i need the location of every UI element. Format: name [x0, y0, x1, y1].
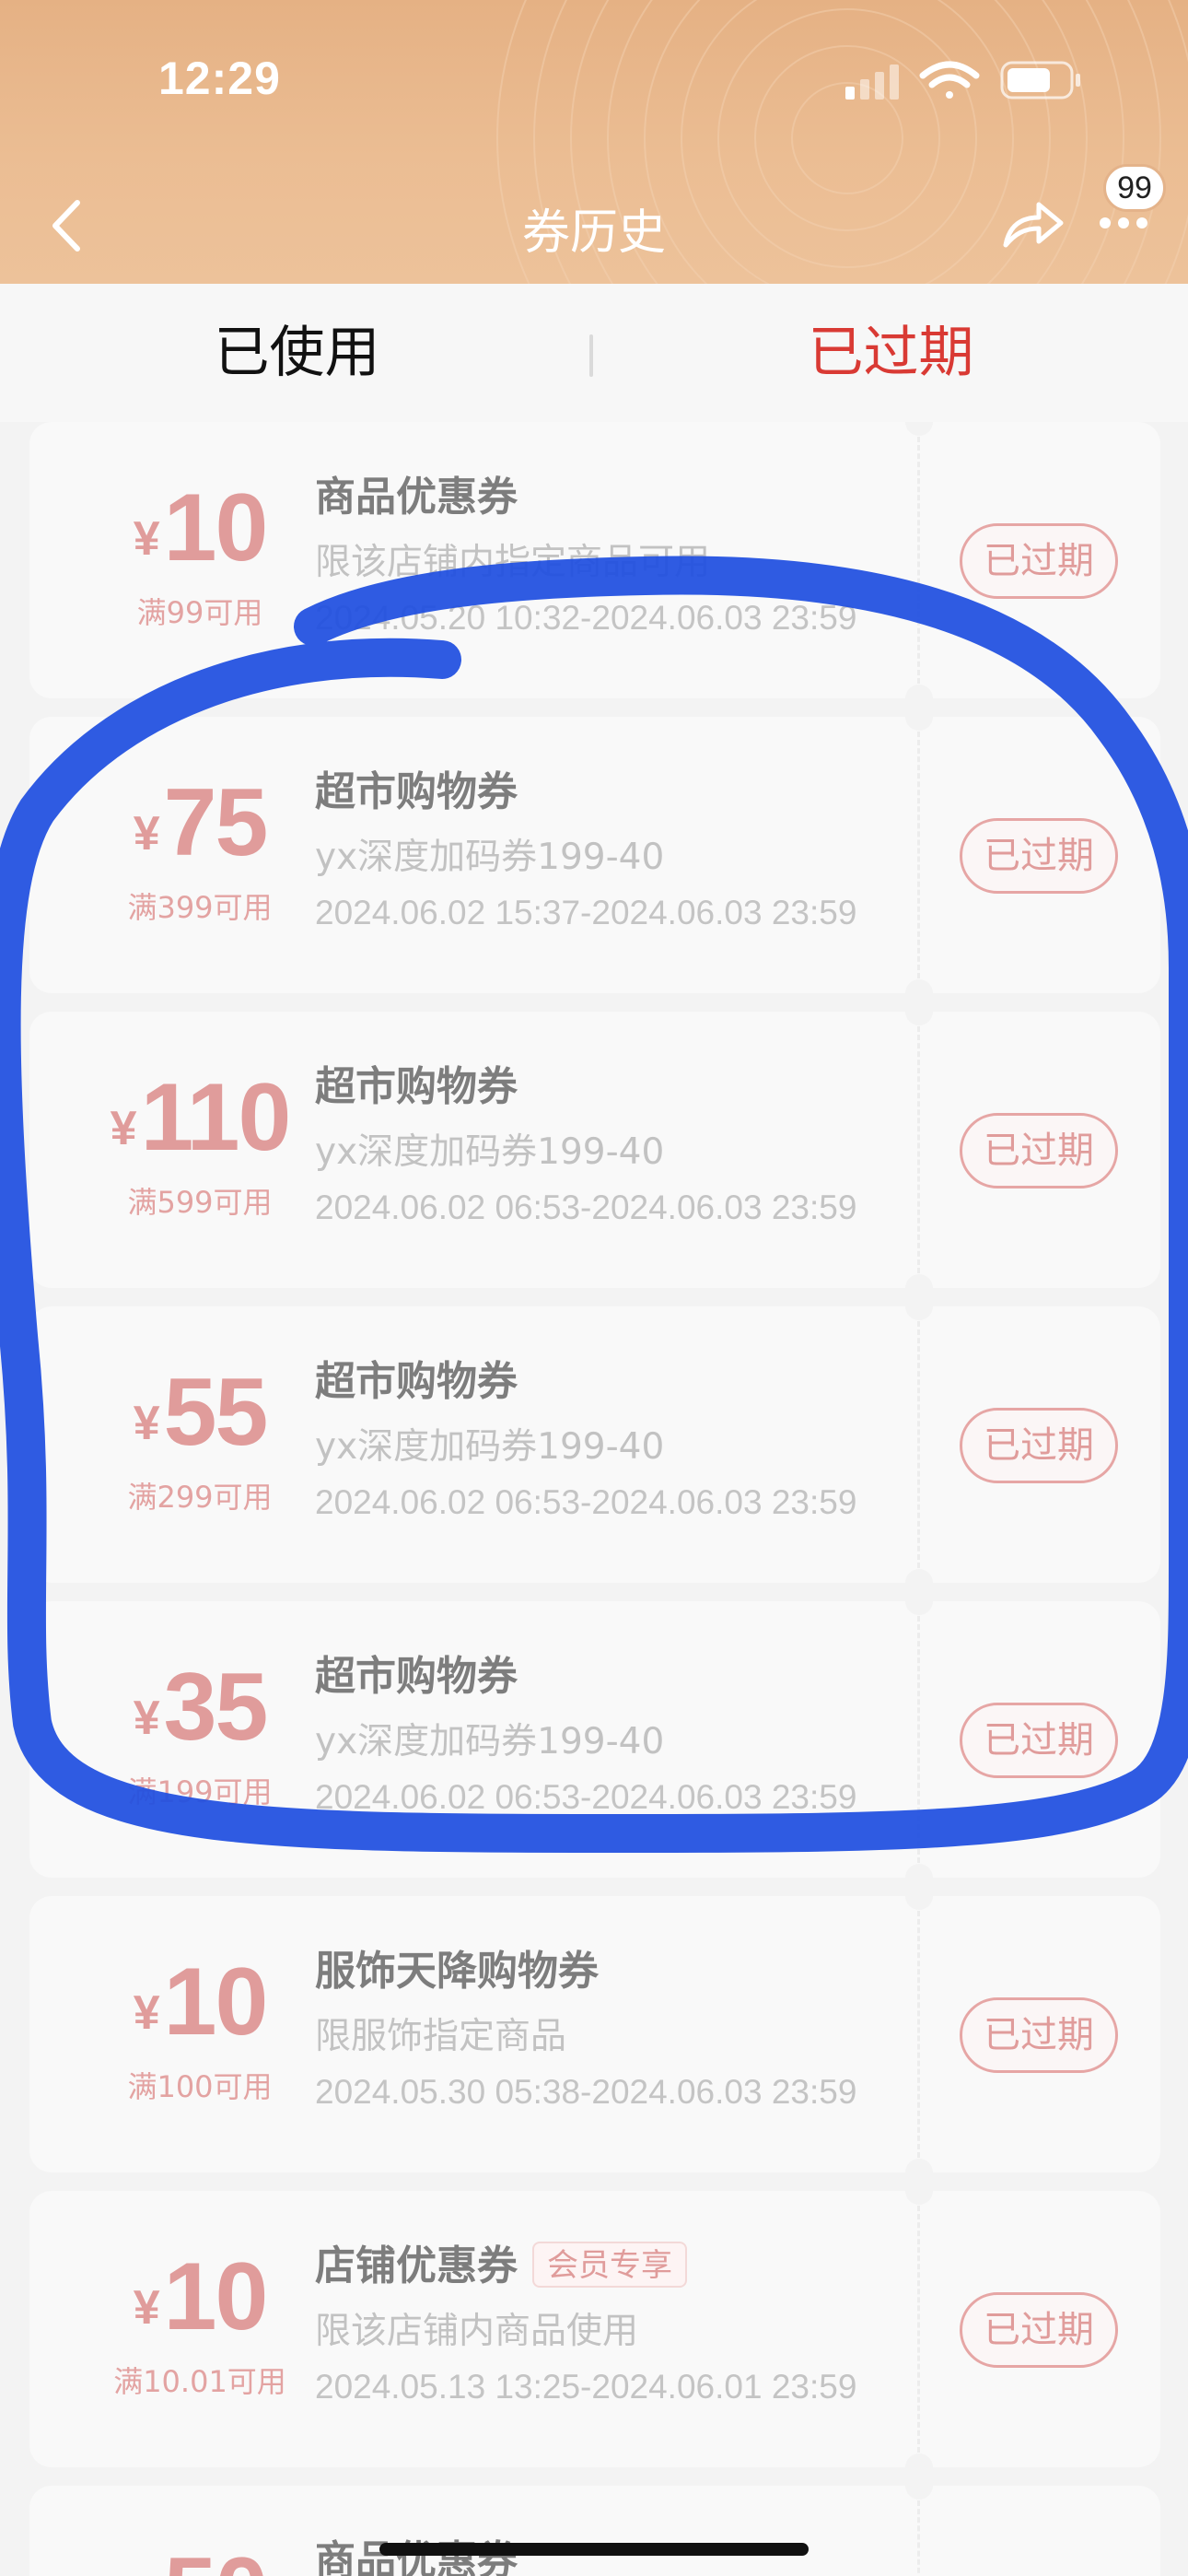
coupon-card[interactable]: ¥35 满199可用 超市购物券 yx深度加码券199-40 2024.06.0… [29, 1601, 1160, 1878]
home-indicator [379, 2543, 809, 2556]
coupon-date: 2024.05.13 13:25-2024.06.01 23:59 [315, 2368, 857, 2406]
coupon-title: 超市购物券 [315, 1358, 518, 1405]
expired-badge: 已过期 [960, 1703, 1118, 1778]
coupon-amount: ¥10 [133, 474, 269, 581]
coupon-desc: yx深度加码券199-40 [315, 1721, 665, 1762]
battery-icon [1000, 61, 1080, 100]
coupon-desc: 限服饰指定商品 [315, 2016, 567, 2057]
tab-divider [589, 334, 593, 377]
header: 12:29 券历史 99 [0, 0, 1188, 284]
coupon-threshold: 满399可用 [127, 890, 273, 925]
coupon-card[interactable]: ¥75 满399可用 超市购物券 yx深度加码券199-40 2024.06.0… [29, 717, 1160, 993]
coupon-amount: ¥50 [66, 2541, 333, 2576]
coupon-date: 2024.06.02 15:37-2024.06.03 23:59 [315, 894, 857, 931]
coupon-card[interactable]: ¥10 满99可用 商品优惠券 限该店铺内指定商品可用 2024.05.20 1… [29, 422, 1160, 698]
coupon-desc: yx深度加码券199-40 [315, 1426, 665, 1468]
expired-badge: 已过期 [960, 1113, 1118, 1188]
more-dots-icon [1100, 217, 1147, 228]
expired-badge: 已过期 [960, 523, 1118, 599]
coupon-threshold: 满99可用 [136, 595, 263, 630]
coupon-card[interactable]: ¥10 满10.01可用 店铺优惠券 会员专享 限该店铺内商品使用 2024.05… [29, 2191, 1160, 2467]
coupon-threshold: 满299可用 [127, 1480, 273, 1515]
coupon-desc: yx深度加码券199-40 [315, 1131, 665, 1173]
signal-icon [845, 64, 899, 100]
coupon-title: 服饰天降购物券 [315, 1948, 599, 1995]
coupon-threshold: 满100可用 [127, 2069, 273, 2104]
coupon-desc: 限该店铺内指定商品可用 [315, 542, 711, 583]
coupon-date: 2024.05.20 10:32-2024.06.03 23:59 [315, 599, 857, 637]
coupon-date: 2024.05.30 05:38-2024.06.03 23:59 [315, 2073, 857, 2111]
coupon-date: 2024.06.02 06:53-2024.06.03 23:59 [315, 1778, 857, 1816]
coupon-title: 超市购物券 [315, 768, 518, 815]
coupon-threshold: 满10.01可用 [113, 2364, 286, 2399]
coupon-threshold: 满199可用 [127, 1774, 273, 1809]
expired-badge: 已过期 [960, 1997, 1118, 2073]
tab-expired[interactable]: 已过期 [594, 284, 1188, 422]
expired-badge: 已过期 [960, 818, 1118, 894]
coupon-amount: ¥110 [110, 1064, 292, 1171]
coupon-desc: 限该店铺内商品使用 [315, 2311, 639, 2352]
notification-badge: 99 [1103, 164, 1166, 212]
coupon-card[interactable]: ¥55 满299可用 超市购物券 yx深度加码券199-40 2024.06.0… [29, 1306, 1160, 1583]
coupon-card[interactable]: ¥10 满100可用 服饰天降购物券 限服饰指定商品 2024.05.30 05… [29, 1896, 1160, 2172]
coupon-amount: ¥10 [133, 1949, 269, 2055]
coupon-title: 店铺优惠券 会员专享 [315, 2239, 904, 2294]
wifi-icon [919, 61, 980, 99]
coupon-desc: yx深度加码券199-40 [315, 837, 665, 878]
coupon-amount: ¥55 [133, 1359, 269, 1466]
tab-bar: 已使用 已过期 [0, 284, 1188, 422]
coupon-title: 超市购物券 [315, 1063, 518, 1110]
coupon-date: 2024.06.02 06:53-2024.06.03 23:59 [315, 1188, 857, 1226]
share-icon [1003, 202, 1064, 248]
coupon-threshold: 满599可用 [127, 1185, 273, 1220]
status-time: 12:29 [158, 53, 281, 104]
coupon-amount: ¥10 [133, 2243, 269, 2350]
coupon-title: 商品优惠券 [315, 474, 518, 521]
expired-badge: 已过期 [960, 1408, 1118, 1483]
coupon-title: 超市购物券 [315, 1653, 518, 1700]
coupon-amount: ¥75 [133, 769, 269, 876]
coupon-card[interactable]: ¥50 商品优惠券 [29, 2486, 1160, 2576]
coupon-card[interactable]: ¥110 满599可用 超市购物券 yx深度加码券199-40 2024.06.… [29, 1012, 1160, 1288]
coupon-amount: ¥35 [133, 1654, 269, 1761]
status-icons [845, 61, 1080, 100]
expired-badge: 已过期 [960, 2292, 1118, 2368]
coupon-date: 2024.06.02 06:53-2024.06.03 23:59 [315, 1483, 857, 1521]
tab-used[interactable]: 已使用 [0, 284, 594, 422]
share-button[interactable] [995, 192, 1068, 256]
member-exclusive-tag: 会员专享 [532, 2242, 687, 2288]
